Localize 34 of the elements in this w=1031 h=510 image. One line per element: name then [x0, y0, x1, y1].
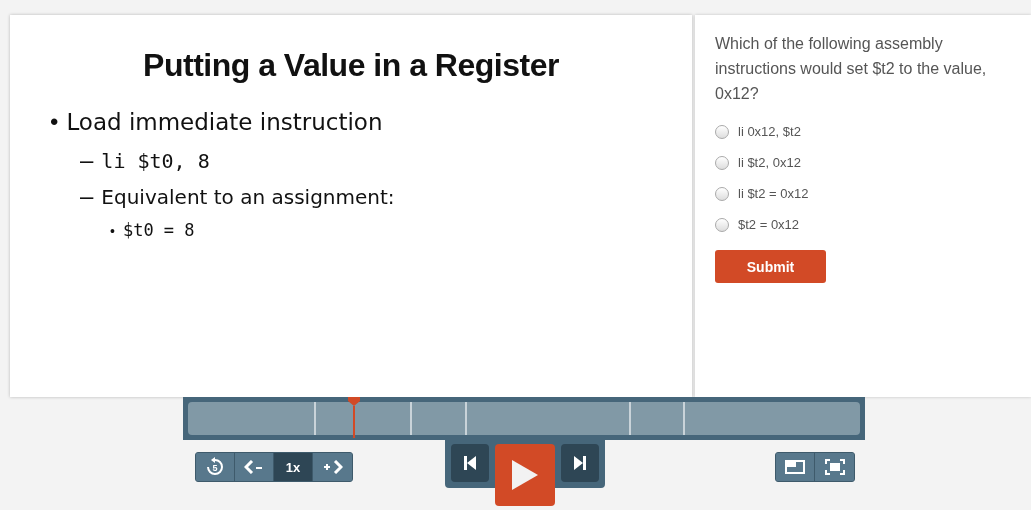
- speed-button[interactable]: 1x: [274, 453, 313, 481]
- answer-option[interactable]: li 0x12, $t2: [715, 116, 1021, 147]
- radio-button[interactable]: [715, 217, 729, 232]
- previous-button[interactable]: [451, 444, 489, 482]
- answer-option[interactable]: $t2 = 0x12: [715, 209, 1021, 240]
- bullet-marker: •: [110, 223, 115, 239]
- radio-button[interactable]: [715, 124, 729, 139]
- faster-icon: [322, 460, 343, 474]
- play-button[interactable]: [495, 444, 555, 506]
- play-icon: [512, 460, 538, 490]
- submit-button[interactable]: Submit: [715, 250, 826, 283]
- mini-player-icon: [785, 460, 805, 474]
- code-text: $t0 = 8: [122, 220, 195, 240]
- mini-player-button[interactable]: [776, 453, 815, 481]
- slide-title: Putting a Value in a Register: [142, 47, 560, 84]
- timeline-track[interactable]: [183, 397, 865, 440]
- skip-forward-icon: [574, 456, 586, 470]
- skip-back-icon: [464, 456, 476, 470]
- bullet-marker: –: [80, 146, 94, 174]
- bullet-text: Load immediate instruction: [66, 109, 383, 135]
- replay-button[interactable]: 5: [196, 453, 235, 481]
- bullet-marker: –: [80, 182, 94, 210]
- fullscreen-icon: [824, 459, 845, 475]
- question-text: Which of the following assembly instructions would set $t2 to the value, 0x12?: [715, 34, 988, 104]
- answer-option[interactable]: li $t2 = 0x12: [715, 178, 1021, 209]
- code-text: li $t0, 8: [101, 149, 210, 173]
- radio-button[interactable]: [715, 186, 729, 201]
- next-button[interactable]: [561, 444, 599, 482]
- answer-option[interactable]: li $t2, 0x12: [715, 147, 1021, 178]
- bullet-marker: •: [50, 108, 59, 136]
- radio-button[interactable]: [715, 155, 729, 170]
- playhead-handle[interactable]: [347, 397, 360, 438]
- slower-icon: [244, 460, 264, 474]
- bullet-text: Equivalent to an assignment:: [101, 185, 395, 209]
